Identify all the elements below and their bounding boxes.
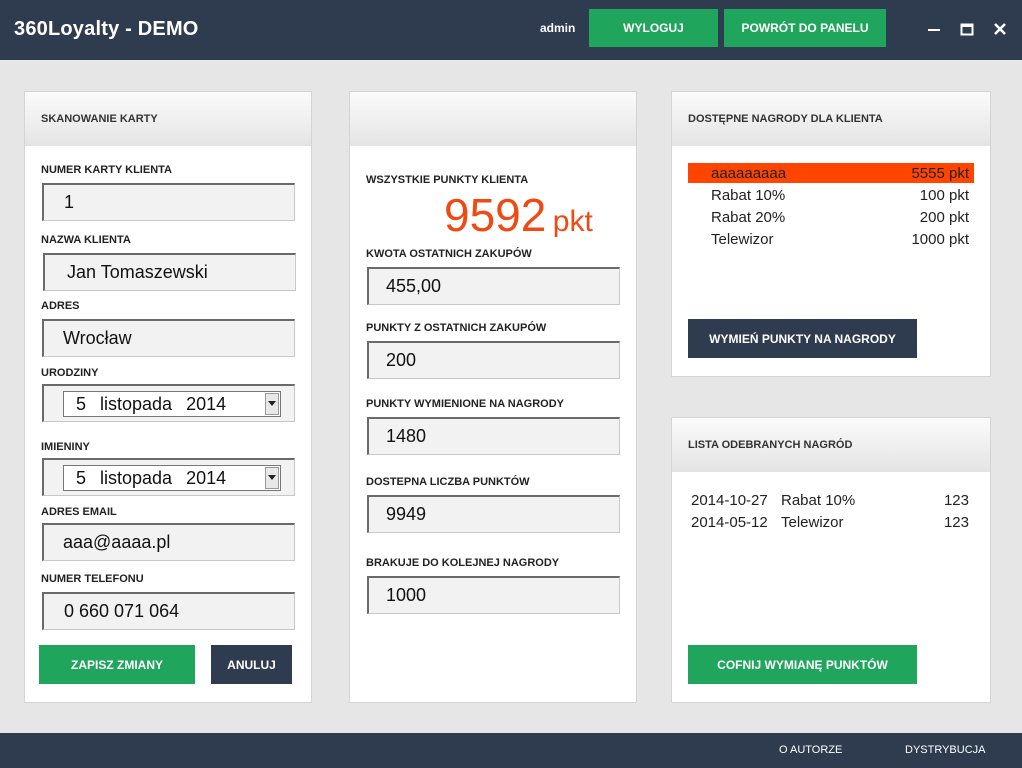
points-last-value: 200 xyxy=(386,350,417,370)
close-icon[interactable] xyxy=(989,18,1011,40)
missing-points-field[interactable]: 1000 xyxy=(367,576,620,614)
available-rewards-panel: DOSTĘPNE NAGRODY DLA KLIENTA aaaaaaaaa 5… xyxy=(671,91,991,377)
app-title: 360Loyalty - DEMO xyxy=(14,18,199,40)
received-name: Rabat 10% xyxy=(781,491,856,509)
card-number-field[interactable]: 1 xyxy=(42,183,295,221)
scan-card-panel: SKANOWANIE KARTY NUMER KARTY KLIENTA 1 N… xyxy=(24,91,312,703)
nameday-month: listopada xyxy=(100,467,173,488)
reward-points: 5555 pkt xyxy=(911,164,969,182)
points-exchanged-value: 1480 xyxy=(386,426,427,446)
total-points-label: WSZYSTKIE PUNKTY KLIENTA xyxy=(366,174,529,186)
reward-name: Rabat 20% xyxy=(711,208,786,226)
email-field[interactable]: aaa@aaaa.pl xyxy=(42,523,295,561)
nameday-day: 5 xyxy=(76,467,87,488)
back-to-panel-button[interactable]: POWRÓT DO PANELU xyxy=(724,9,886,47)
reward-points: 200 pkt xyxy=(919,208,969,226)
maximize-icon[interactable] xyxy=(956,18,978,40)
last-purchase-field[interactable]: 455,00 xyxy=(367,267,620,305)
received-name: Telewizor xyxy=(781,513,844,531)
missing-points-value: 1000 xyxy=(386,585,427,605)
points-exchanged-label: PUNKTY WYMIENIONE NA NAGRODY xyxy=(366,398,565,410)
reward-list-item[interactable]: aaaaaaaaa 5555 pkt xyxy=(688,163,974,183)
last-purchase-value: 455,00 xyxy=(386,276,442,296)
available-points-label: DOSTEPNA LICZBA PUNKTÓW xyxy=(366,476,530,488)
scan-panel-title: SKANOWANIE KARTY xyxy=(25,92,311,146)
points-last-label: PUNKTY Z OSTATNICH ZAKUPÓW xyxy=(366,322,547,334)
phone-label: NUMER TELEFONU xyxy=(41,573,144,585)
address-value: Wrocław xyxy=(63,328,132,348)
received-list-item[interactable]: 2014-10-27 Rabat 10% 123 xyxy=(691,489,969,511)
points-panel: WSZYSTKIE PUNKTY KLIENTA 9592 pkt KWOTA … xyxy=(349,91,637,703)
birthday-date-picker[interactable]: 5 listopada 2014 xyxy=(63,391,281,417)
reward-name: Telewizor xyxy=(711,230,774,248)
available-points-field[interactable]: 9949 xyxy=(367,495,620,533)
nameday-date-picker[interactable]: 5 listopada 2014 xyxy=(63,465,281,491)
reward-list-item[interactable]: Rabat 20% 200 pkt xyxy=(688,207,974,227)
rewards-panel-title: DOSTĘPNE NAGRODY DLA KLIENTA xyxy=(672,92,990,146)
client-name-field[interactable]: Jan Tomaszewski xyxy=(43,253,296,291)
received-date: 2014-05-12 xyxy=(691,513,768,531)
logout-button[interactable]: WYLOGUJ xyxy=(589,9,718,47)
received-value: 123 xyxy=(943,513,969,531)
phone-value: 0 660 071 064 xyxy=(64,601,180,621)
birthday-year: 2014 xyxy=(186,393,227,414)
footer-bar: O AUTORZE DYSTRYBUCJA xyxy=(0,733,1022,768)
cancel-button[interactable]: ANULUJ xyxy=(211,645,292,684)
received-list-item[interactable]: 2014-05-12 Telewizor 123 xyxy=(691,511,969,533)
points-last-field[interactable]: 200 xyxy=(367,341,620,379)
reward-name: aaaaaaaaa xyxy=(711,164,787,182)
card-number-label: NUMER KARTY KLIENTA xyxy=(41,164,172,176)
save-changes-button[interactable]: ZAPISZ ZMIANY xyxy=(39,645,195,684)
reward-points: 100 pkt xyxy=(919,186,969,204)
title-bar: 360Loyalty - DEMO admin WYLOGUJ POWRÓT D… xyxy=(0,0,1022,60)
total-points-value: 9592 xyxy=(444,189,547,241)
available-points-value: 9949 xyxy=(386,504,427,524)
card-number-value: 1 xyxy=(64,192,75,212)
nameday-field: 5 listopada 2014 xyxy=(42,458,295,496)
birthday-day: 5 xyxy=(76,393,87,414)
received-panel-title: LISTA ODEBRANYCH NAGRÓD xyxy=(672,418,990,472)
email-label: ADRES EMAIL xyxy=(41,506,117,518)
exchange-points-button[interactable]: WYMIEŃ PUNKTY NA NAGRODY xyxy=(688,319,917,358)
birthday-field: 5 listopada 2014 xyxy=(42,384,295,422)
address-label: ADRES xyxy=(41,300,80,312)
about-author-link[interactable]: O AUTORZE xyxy=(779,744,842,756)
distribution-link[interactable]: DYSTRYBUCJA xyxy=(905,744,985,756)
points-exchanged-field[interactable]: 1480 xyxy=(367,417,620,455)
minimize-icon[interactable] xyxy=(923,18,945,40)
points-panel-title xyxy=(350,92,636,146)
client-name-value: Jan Tomaszewski xyxy=(67,262,208,282)
phone-field[interactable]: 0 660 071 064 xyxy=(42,592,295,630)
undo-exchange-button[interactable]: COFNIJ WYMIANĘ PUNKTÓW xyxy=(688,645,917,684)
nameday-label: IMIENINY xyxy=(41,441,90,453)
last-purchase-label: KWOTA OSTATNICH ZAKUPÓW xyxy=(366,248,532,260)
birthday-month: listopada xyxy=(100,393,173,414)
missing-points-label: BRAKUJE DO KOLEJNEJ NAGRODY xyxy=(366,557,560,569)
reward-points: 1000 pkt xyxy=(911,230,969,248)
received-date: 2014-10-27 xyxy=(691,491,768,509)
reward-name: Rabat 10% xyxy=(711,186,786,204)
user-name: admin xyxy=(540,21,576,35)
nameday-year: 2014 xyxy=(186,467,227,488)
total-points: 9592 pkt xyxy=(444,188,593,242)
chevron-down-icon[interactable] xyxy=(265,393,279,415)
received-rewards-panel: LISTA ODEBRANYCH NAGRÓD 2014-10-27 Rabat… xyxy=(671,417,991,703)
client-name-label: NAZWA KLIENTA xyxy=(41,234,131,246)
address-field[interactable]: Wrocław xyxy=(42,319,295,357)
chevron-down-icon[interactable] xyxy=(265,467,279,489)
reward-list-item[interactable]: Rabat 10% 100 pkt xyxy=(688,185,974,205)
reward-list-item[interactable]: Telewizor 1000 pkt xyxy=(688,229,974,249)
email-value: aaa@aaaa.pl xyxy=(63,532,171,552)
received-value: 123 xyxy=(943,491,969,509)
birthday-label: URODZINY xyxy=(41,367,99,379)
total-points-unit: pkt xyxy=(552,205,593,238)
